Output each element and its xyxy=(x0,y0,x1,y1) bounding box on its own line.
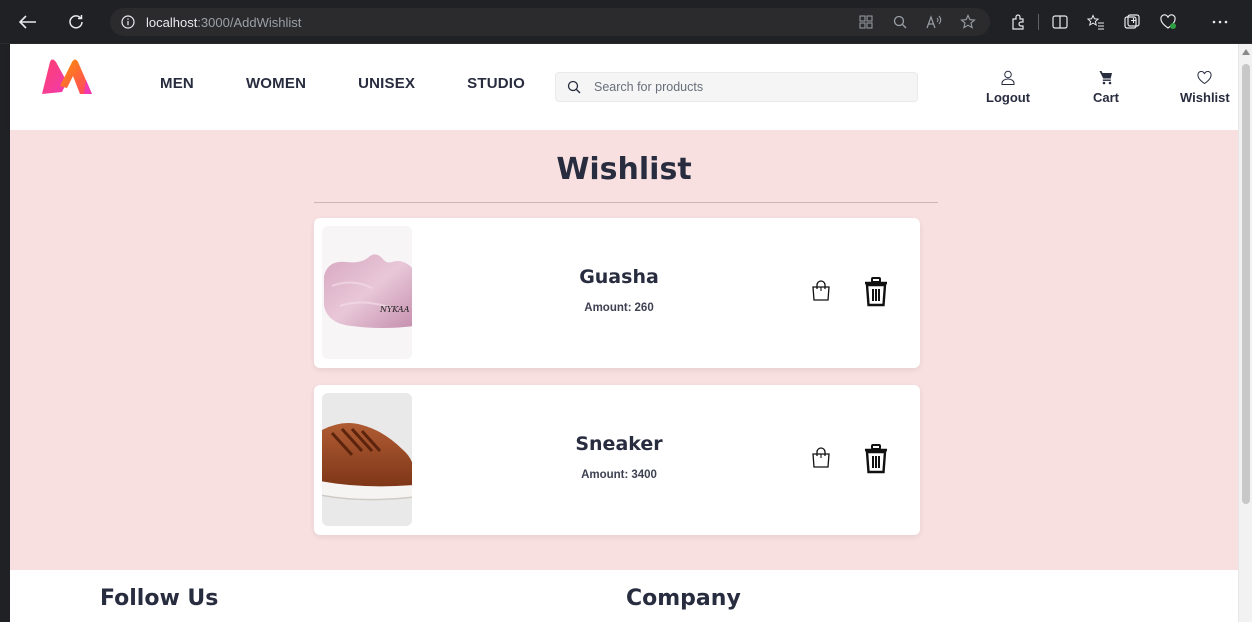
nav-unisex[interactable]: UNISEX xyxy=(358,75,415,92)
back-arrow-icon[interactable] xyxy=(14,8,42,36)
search-icon[interactable] xyxy=(560,73,588,101)
refresh-icon[interactable] xyxy=(62,8,90,36)
scrollbar-thumb[interactable] xyxy=(1242,64,1250,504)
search-bar xyxy=(555,72,918,102)
favorite-star-icon[interactable] xyxy=(956,10,980,34)
cart-button[interactable]: Cart xyxy=(1093,70,1119,105)
logout-button[interactable]: Logout xyxy=(986,70,1030,105)
grid-apps-icon[interactable] xyxy=(854,10,878,34)
extensions-icon[interactable] xyxy=(1004,8,1032,36)
move-to-bag-button[interactable] xyxy=(810,447,832,469)
shopping-bag-icon xyxy=(812,447,830,468)
footer-follow-us-heading: Follow Us xyxy=(100,586,219,611)
nav-men[interactable]: MEN xyxy=(160,75,194,92)
wishlist-page: Wishlist NYKAA Guasha Amount: 260 Sneake… xyxy=(10,130,1238,570)
read-aloud-icon[interactable] xyxy=(922,10,946,34)
wishlist-item: NYKAA Guasha Amount: 260 xyxy=(314,218,920,368)
trash-icon xyxy=(865,277,887,307)
site-footer: Follow Us Company xyxy=(10,570,1238,622)
page-scrollbar[interactable] xyxy=(1238,44,1252,622)
page-title: Wishlist xyxy=(556,152,692,187)
item-name: Guasha xyxy=(579,266,659,288)
cart-icon xyxy=(1099,70,1113,89)
delete-item-button[interactable] xyxy=(862,443,890,475)
browser-essentials-icon[interactable] xyxy=(1154,8,1182,36)
nav-studio[interactable]: STUDIO xyxy=(467,75,525,92)
user-icon xyxy=(1001,70,1015,89)
browser-left-edge xyxy=(0,44,10,622)
trash-icon xyxy=(865,444,887,474)
amount-value: 260 xyxy=(634,302,654,314)
collections-icon[interactable] xyxy=(1118,8,1146,36)
address-bar[interactable]: localhost:3000/AddWishlist xyxy=(110,8,990,36)
sneaker-image[interactable] xyxy=(322,393,412,526)
cart-label: Cart xyxy=(1093,90,1120,105)
site-header: MEN WOMEN UNISEX STUDIO Logout Cart Wish… xyxy=(10,44,1238,130)
item-amount: Amount: 3400 xyxy=(514,469,724,481)
browser-toolbar: localhost:3000/AddWishlist xyxy=(0,0,1252,44)
brand-logo-icon[interactable] xyxy=(40,58,94,96)
item-amount: Amount: 260 xyxy=(514,302,724,314)
split-screen-icon[interactable] xyxy=(1046,8,1074,36)
wishlist-label: Wishlist xyxy=(1180,90,1230,105)
more-menu-icon[interactable] xyxy=(1206,8,1234,36)
favorites-icon[interactable] xyxy=(1082,8,1110,36)
wishlist-button[interactable]: Wishlist xyxy=(1180,70,1230,105)
amount-value: 3400 xyxy=(631,469,657,481)
amount-label: Amount: xyxy=(584,302,632,314)
move-to-bag-button[interactable] xyxy=(810,280,832,302)
amount-label: Amount: xyxy=(581,469,629,481)
delete-item-button[interactable] xyxy=(862,276,890,308)
title-divider xyxy=(314,202,938,203)
guasha-brand-mark: NYKAA xyxy=(379,305,410,314)
zoom-icon[interactable] xyxy=(888,10,912,34)
main-nav: MEN WOMEN UNISEX STUDIO xyxy=(160,75,525,92)
toolbar-divider xyxy=(1038,14,1039,30)
logout-label: Logout xyxy=(986,90,1031,105)
scroll-up-arrow-icon[interactable] xyxy=(1242,49,1250,55)
site-info-icon[interactable] xyxy=(116,10,140,34)
heart-icon xyxy=(1197,70,1212,89)
url-text: localhost:3000/AddWishlist xyxy=(146,14,302,30)
guasha-stone-image[interactable]: NYKAA xyxy=(322,226,412,359)
wishlist-item: Sneaker Amount: 3400 xyxy=(314,385,920,535)
item-name: Sneaker xyxy=(575,433,663,455)
search-input[interactable] xyxy=(594,80,894,94)
footer-company-heading: Company xyxy=(626,586,741,611)
shopping-bag-icon xyxy=(812,280,830,301)
nav-women[interactable]: WOMEN xyxy=(246,75,306,92)
